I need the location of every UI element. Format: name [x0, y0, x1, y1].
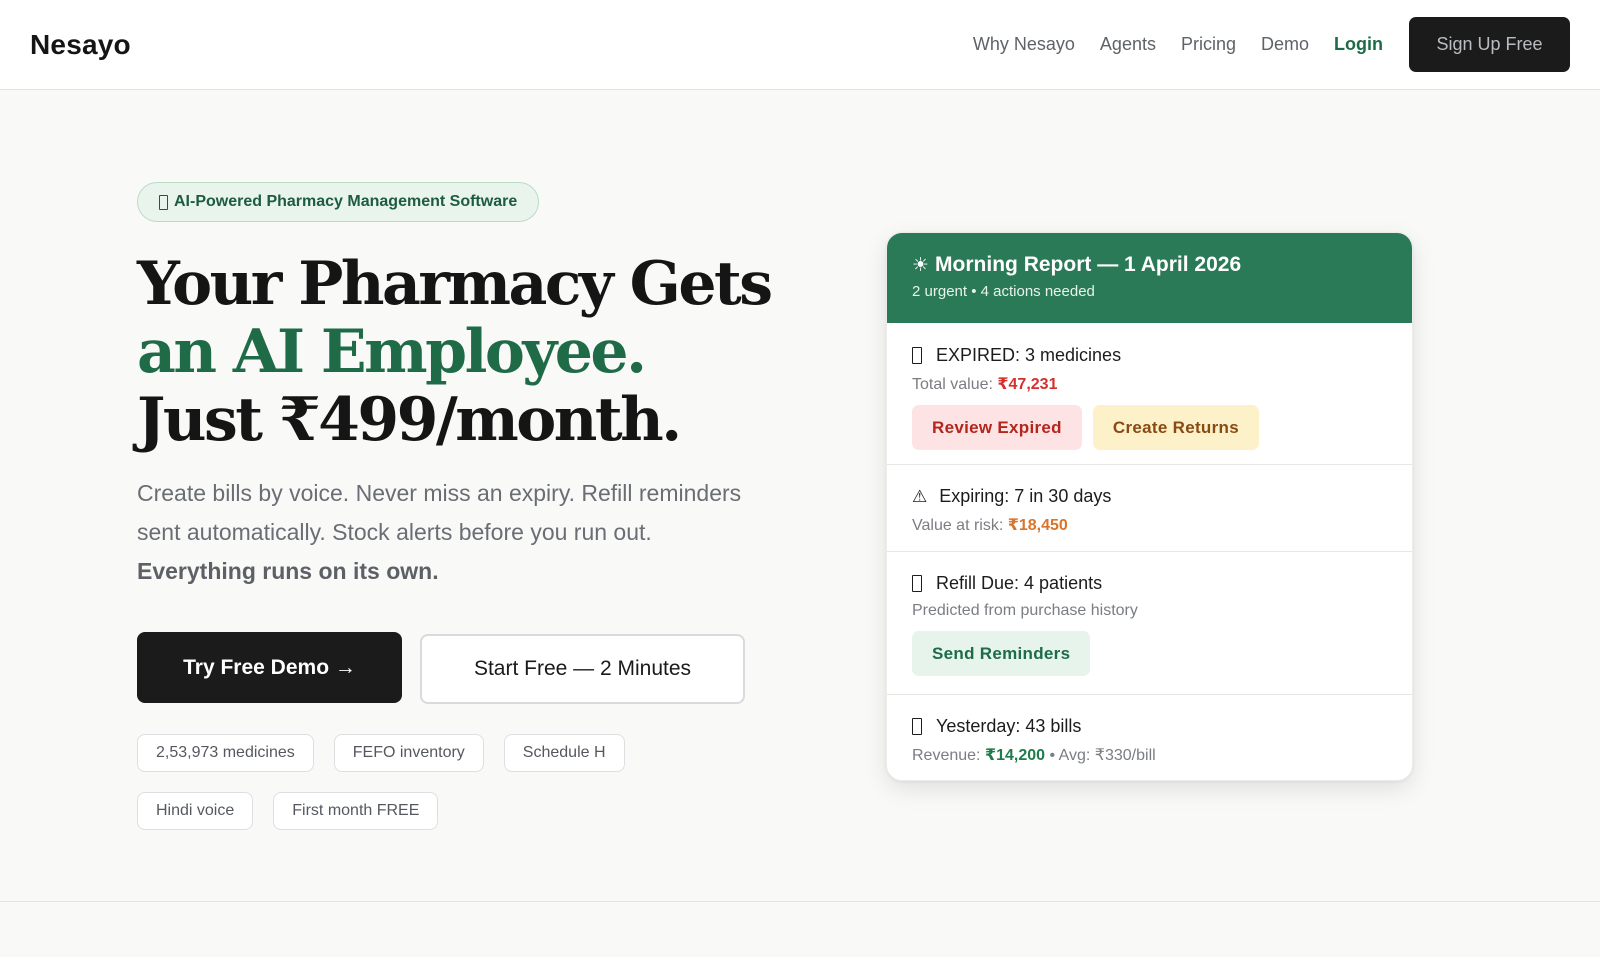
chip-fefo: FEFO inventory — [333, 734, 484, 772]
refill-subtitle: Predicted from purchase history — [912, 602, 1138, 619]
hero-badge: AI-Powered Pharmacy Management Software — [137, 182, 540, 222]
nav-link-demo[interactable]: Demo — [1261, 34, 1309, 55]
expiring-section: ⚠ Expiring: 7 in 30 days Value at risk: … — [887, 465, 1412, 552]
chip-schedule-h: Schedule H — [503, 734, 625, 772]
warning-icon: ⚠ — [912, 486, 928, 507]
expired-icon — [912, 347, 922, 364]
hero-subhead: Create bills by voice. Never miss an exp… — [137, 474, 777, 591]
report-header: ☀ Morning Report — 1 April 2026 2 urgent… — [887, 233, 1412, 323]
subhead-bold: Everything runs on its own. — [137, 558, 439, 584]
yesterday-revenue-row: Revenue: ₹14,200 • Avg: ₹330/bill — [912, 745, 1387, 765]
refill-title: Refill Due: 4 patients — [912, 573, 1387, 594]
expiring-title: ⚠ Expiring: 7 in 30 days — [912, 486, 1387, 507]
expired-value-label: Total value: — [912, 376, 998, 393]
nav-links: Why Nesayo Agents Pricing Demo Login Sig… — [948, 17, 1570, 72]
revenue-value: ₹14,200 — [984, 747, 1046, 764]
report-subtitle: 2 urgent • 4 actions needed — [912, 283, 1095, 300]
headline-part2: Just ₹499/month. — [137, 385, 682, 455]
expiring-value-row: Value at risk: ₹18,450 — [912, 515, 1387, 535]
refill-section: Refill Due: 4 patients Predicted from pu… — [887, 552, 1412, 695]
feature-chips: 2,53,973 medicines FEFO inventory Schedu… — [137, 734, 697, 830]
section-divider — [0, 901, 1600, 902]
start-free-button[interactable]: Start Free — 2 Minutes — [420, 634, 745, 704]
expiring-value-label: Value at risk: — [912, 517, 1008, 534]
headline-accent: an AI Employee. — [137, 317, 647, 387]
nav-link-agents[interactable]: Agents — [1100, 34, 1156, 55]
refill-actions: Send Reminders — [912, 631, 1387, 676]
expired-actions: Review Expired Create Returns — [912, 405, 1387, 450]
review-expired-button[interactable]: Review Expired — [912, 405, 1082, 450]
send-reminders-button[interactable]: Send Reminders — [912, 631, 1091, 676]
nav-link-why-nesayo[interactable]: Why Nesayo — [973, 34, 1075, 55]
expired-value: ₹47,231 — [997, 376, 1058, 393]
morning-report-card: ☀ Morning Report — 1 April 2026 2 urgent… — [886, 232, 1413, 781]
subhead-text: Create bills by voice. Never miss an exp… — [137, 480, 742, 545]
avg-bill: • Avg: ₹330/bill — [1045, 747, 1156, 764]
report-title-text: Morning Report — 1 April 2026 — [935, 253, 1242, 276]
logo[interactable]: Nesayo — [30, 29, 131, 61]
signup-button[interactable]: Sign Up Free — [1409, 17, 1570, 72]
yesterday-section: Yesterday: 43 bills Revenue: ₹14,200 • A… — [887, 695, 1412, 765]
login-link[interactable]: Login — [1334, 34, 1383, 55]
refill-icon — [912, 575, 922, 592]
top-nav: Nesayo Why Nesayo Agents Pricing Demo Lo… — [0, 0, 1600, 90]
badge-label: AI-Powered Pharmacy Management Software — [174, 193, 518, 210]
yesterday-icon — [912, 718, 922, 735]
yesterday-title: Yesterday: 43 bills — [912, 716, 1387, 737]
yesterday-title-text: Yesterday: 43 bills — [936, 716, 1082, 736]
nav-link-pricing[interactable]: Pricing — [1181, 34, 1236, 55]
hero-headline: Your Pharmacy Gets an AI Employee. Just … — [137, 250, 797, 454]
expired-title: EXPIRED: 3 medicines — [912, 345, 1387, 366]
headline-part1: Your Pharmacy Gets — [137, 249, 773, 319]
expiring-value: ₹18,450 — [1007, 517, 1068, 534]
badge-icon — [159, 194, 168, 210]
expired-section: EXPIRED: 3 medicines Total value: ₹47,23… — [887, 323, 1412, 465]
report-title: ☀ Morning Report — 1 April 2026 — [912, 253, 1387, 277]
create-returns-button[interactable]: Create Returns — [1092, 405, 1259, 450]
expired-value-row: Total value: ₹47,231 — [912, 374, 1387, 394]
expiring-title-text: Expiring: 7 in 30 days — [939, 486, 1112, 506]
try-demo-button[interactable]: Try Free Demo → — [137, 632, 402, 703]
refill-title-text: Refill Due: 4 patients — [936, 573, 1103, 593]
expired-title-text: EXPIRED: 3 medicines — [936, 345, 1122, 365]
chip-first-month-free: First month FREE — [273, 792, 439, 830]
revenue-label: Revenue: — [912, 747, 985, 764]
sun-icon: ☀ — [912, 254, 930, 276]
chip-hindi-voice: Hindi voice — [137, 792, 254, 830]
chip-medicines: 2,53,973 medicines — [137, 734, 314, 772]
